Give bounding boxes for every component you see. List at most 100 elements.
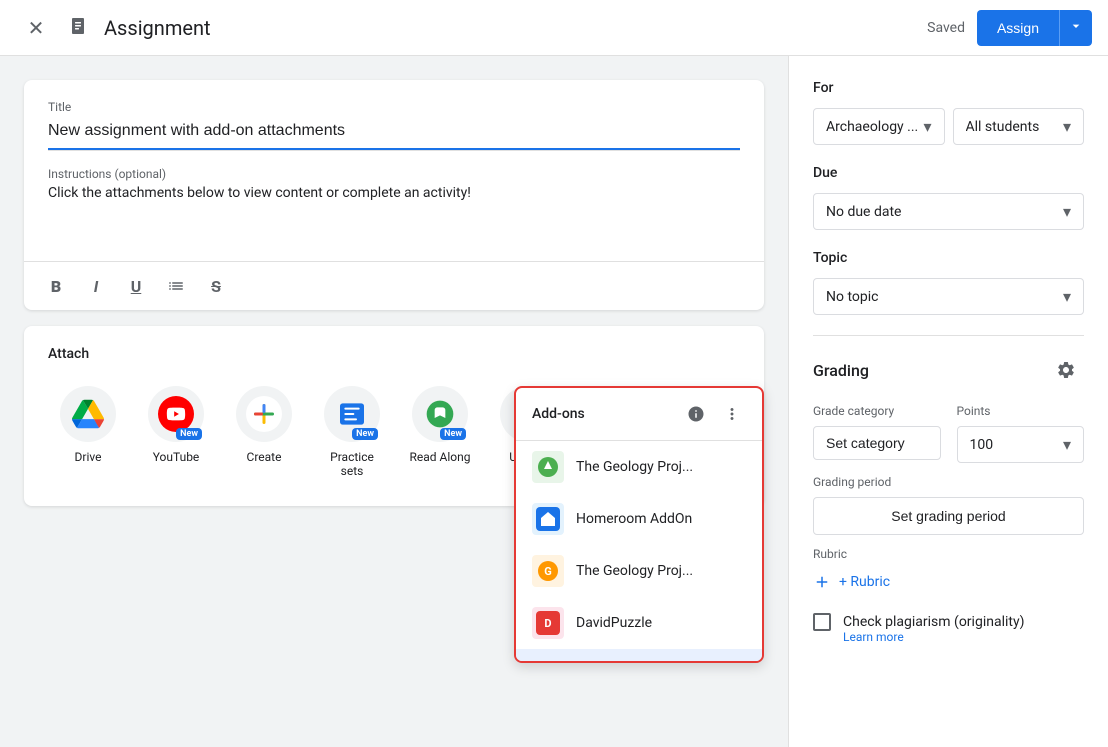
addons-title: Add-ons — [532, 406, 682, 422]
addon-item-geology1[interactable]: The Geology Proj... — [516, 441, 762, 493]
page-title: Assignment — [104, 16, 927, 40]
for-section: For Archaeology ... ▾ All students ▾ — [813, 80, 1084, 145]
svg-text:D: D — [544, 617, 551, 630]
title-input[interactable] — [48, 118, 740, 150]
addon-geology2-label: The Geology Proj... — [576, 563, 746, 579]
addon-homeroom-label: Homeroom AddOn — [576, 511, 746, 527]
due-chevron-icon: ▾ — [1063, 202, 1071, 221]
topic-chevron-icon: ▾ — [1063, 287, 1071, 306]
plagiarism-section: Check plagiarism (originality) Learn mor… — [813, 611, 1084, 644]
list-button[interactable] — [160, 270, 192, 302]
title-section: Title — [24, 80, 764, 150]
class-select[interactable]: Archaeology ... ▾ — [813, 108, 945, 145]
points-select[interactable]: 100 ▾ — [957, 426, 1085, 463]
assign-button[interactable]: Assign — [977, 10, 1059, 46]
set-category-button[interactable]: Set category — [813, 426, 941, 460]
attach-card: Attach Drive — [24, 326, 764, 506]
addons-info-button[interactable] — [682, 400, 710, 428]
create-icon-circle — [236, 386, 292, 442]
rubric-label: Rubric — [813, 547, 1084, 561]
left-panel: Title Instructions (optional) Click the … — [0, 56, 788, 747]
instructions-section: Instructions (optional) Click the attach… — [24, 151, 764, 261]
addons-header-icons — [682, 400, 746, 428]
addon-google-arts-icon — [532, 659, 564, 661]
for-label: For — [813, 80, 1084, 96]
read-along-label: Read Along — [410, 450, 471, 464]
attach-read-along[interactable]: New Read Along — [400, 378, 480, 486]
grading-settings-button[interactable] — [1048, 352, 1084, 388]
set-grading-period-button[interactable]: Set grading period — [813, 497, 1084, 535]
topic-select[interactable]: No topic ▾ — [813, 278, 1084, 315]
points-col: Points 100 ▾ — [957, 404, 1085, 463]
addons-header: Add-ons — [516, 388, 762, 441]
drive-label: Drive — [75, 450, 102, 464]
class-value: Archaeology ... — [826, 119, 919, 135]
top-bar: ✕ Assignment Saved Assign — [0, 0, 1108, 56]
due-section: Due No due date ▾ — [813, 165, 1084, 230]
grading-section: Grading Grade category Set category Poin… — [813, 352, 1084, 644]
topic-label: Topic — [813, 250, 1084, 266]
due-label: Due — [813, 165, 1084, 181]
italic-button[interactable]: I — [80, 270, 112, 302]
saved-status: Saved — [927, 20, 965, 36]
rubric-section: Rubric + Rubric — [813, 547, 1084, 599]
students-chevron-icon: ▾ — [1063, 117, 1071, 136]
attach-drive[interactable]: Drive — [48, 378, 128, 486]
title-label: Title — [48, 100, 740, 114]
addon-item-geology2[interactable]: G The Geology Proj... — [516, 545, 762, 597]
attach-label: Attach — [48, 346, 740, 362]
addon-item-homeroom[interactable]: Homeroom AddOn — [516, 493, 762, 545]
close-button[interactable]: ✕ — [16, 8, 56, 48]
read-along-icon-circle: New — [412, 386, 468, 442]
grading-period-label: Grading period — [813, 475, 1084, 489]
add-rubric-button[interactable]: + Rubric — [813, 565, 1084, 599]
addon-geology1-label: The Geology Proj... — [576, 459, 746, 475]
plagiarism-checkbox[interactable] — [813, 613, 831, 631]
due-value: No due date — [826, 204, 1059, 220]
students-value: All students — [966, 119, 1059, 135]
underline-button[interactable]: U — [120, 270, 152, 302]
due-select[interactable]: No due date ▾ — [813, 193, 1084, 230]
addon-item-davidpuzzle[interactable]: D DavidPuzzle — [516, 597, 762, 649]
doc-icon — [64, 12, 96, 44]
title-instructions-card: Title Instructions (optional) Click the … — [24, 80, 764, 310]
main-content: Title Instructions (optional) Click the … — [0, 56, 1108, 747]
youtube-icon-circle: New — [148, 386, 204, 442]
section-divider — [813, 335, 1084, 336]
addon-homeroom-icon — [532, 503, 564, 535]
attach-youtube[interactable]: New YouTube — [136, 378, 216, 486]
addon-davidpuzzle-label: DavidPuzzle — [576, 615, 746, 631]
drive-icon-circle — [60, 386, 116, 442]
read-along-new-badge: New — [440, 428, 466, 440]
practice-sets-new-badge: New — [352, 428, 378, 440]
right-panel: For Archaeology ... ▾ All students ▾ Due… — [788, 56, 1108, 747]
addon-geology1-icon — [532, 451, 564, 483]
youtube-icon — [158, 396, 194, 432]
attach-create[interactable]: Create — [224, 378, 304, 486]
practice-sets-label: Practice sets — [320, 450, 384, 478]
create-label: Create — [247, 450, 282, 464]
svg-text:G: G — [544, 565, 552, 578]
bold-button[interactable]: B — [40, 270, 72, 302]
attach-practice-sets[interactable]: New Practice sets — [312, 378, 392, 486]
plagiarism-text-wrap: Check plagiarism (originality) Learn mor… — [843, 611, 1024, 644]
points-label: Points — [957, 404, 1085, 418]
practice-sets-icon-circle: New — [324, 386, 380, 442]
grading-title: Grading — [813, 361, 1048, 380]
assign-dropdown-button[interactable] — [1059, 10, 1092, 46]
grading-header: Grading — [813, 352, 1084, 388]
learn-more-link[interactable]: Learn more — [843, 630, 1024, 644]
youtube-new-badge: New — [176, 428, 202, 440]
addons-more-button[interactable] — [718, 400, 746, 428]
points-value: 100 — [970, 437, 1059, 453]
addon-item-google-arts[interactable]: Google Arts & Cu... — [516, 649, 762, 661]
add-rubric-label: + Rubric — [839, 574, 890, 590]
students-select[interactable]: All students ▾ — [953, 108, 1085, 145]
addon-geology2-icon: G — [532, 555, 564, 587]
youtube-label: YouTube — [153, 450, 200, 464]
topic-value: No topic — [826, 289, 1059, 305]
addons-popup: Add-ons — [514, 386, 764, 663]
strikethrough-button[interactable]: S — [200, 270, 232, 302]
instructions-text[interactable]: Click the attachments below to view cont… — [48, 185, 740, 245]
grading-period-section: Grading period Set grading period — [813, 475, 1084, 535]
